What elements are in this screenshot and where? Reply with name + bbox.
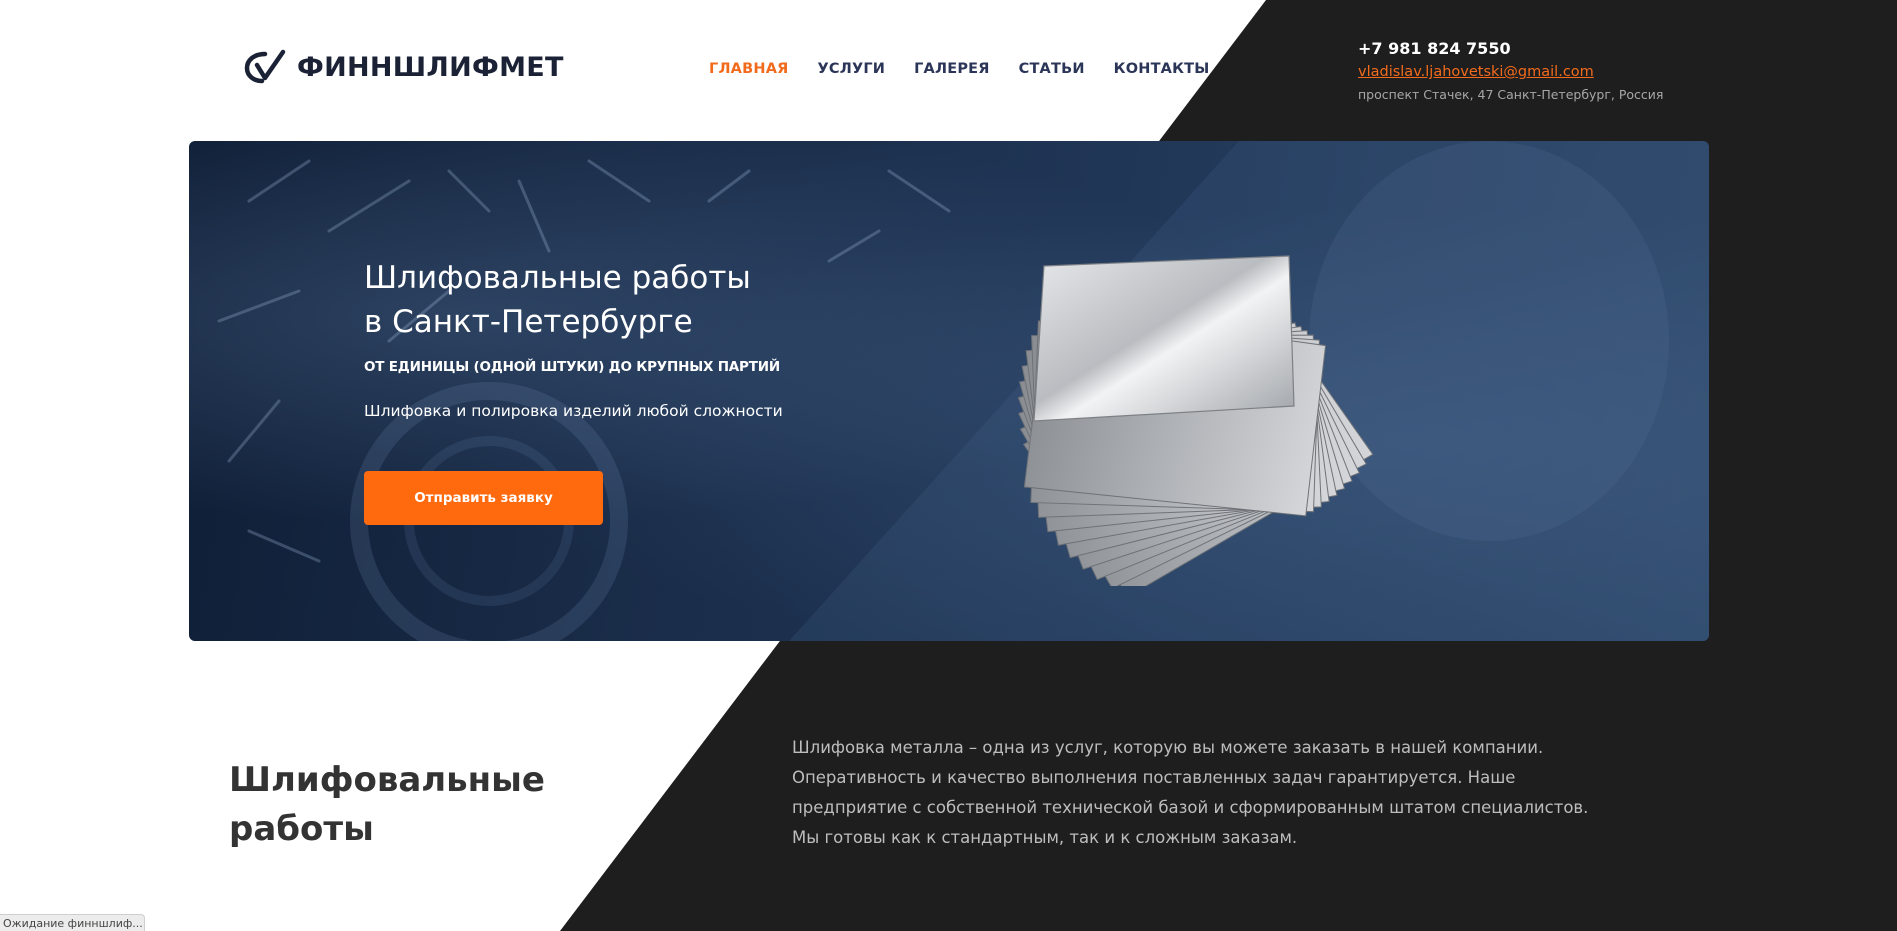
hero-banner: Шлифовальные работы в Санкт-Петербурге О… bbox=[189, 141, 1709, 641]
nav-item-gallery[interactable]: ГАЛЕРЕЯ bbox=[914, 61, 990, 77]
header-contacts: +7 981 824 7550 vladislav.ljahovetski@gm… bbox=[1358, 39, 1663, 102]
contact-email-link[interactable]: vladislav.ljahovetski@gmail.com bbox=[1358, 64, 1663, 80]
hero-title-line2: в Санкт-Петербурге bbox=[364, 304, 693, 340]
about-title-line1: Шлифовальные bbox=[229, 760, 545, 800]
about-text-line: Шлифовка металла – одна из услуг, котору… bbox=[792, 738, 1544, 757]
about-text-line: предприятие с собственной технической ба… bbox=[792, 798, 1589, 817]
hero-title-line1: Шлифовальные работы bbox=[364, 260, 751, 296]
about-text-line: Мы готовы как к стандартным, так и к сло… bbox=[792, 828, 1298, 847]
main-nav: ГЛАВНАЯ УСЛУГИ ГАЛЕРЕЯ СТАТЬИ КОНТАКТЫ bbox=[709, 61, 1209, 77]
contact-phone[interactable]: +7 981 824 7550 bbox=[1358, 39, 1663, 58]
nav-item-home[interactable]: ГЛАВНАЯ bbox=[709, 61, 788, 77]
hero-description: Шлифовка и полировка изделий любой сложн… bbox=[364, 402, 783, 420]
logo-check-icon bbox=[244, 49, 286, 84]
submit-request-button[interactable]: Отправить заявку bbox=[364, 471, 603, 525]
logo-text: ФИННШЛИФМЕТ bbox=[297, 51, 564, 83]
contact-address: проспект Стачек, 47 Санкт-Петербург, Рос… bbox=[1358, 87, 1664, 102]
nav-item-contacts[interactable]: КОНТАКТЫ bbox=[1114, 61, 1210, 77]
site-logo[interactable]: ФИННШЛИФМЕТ bbox=[243, 48, 564, 86]
hero-title: Шлифовальные работы в Санкт-Петербурге bbox=[364, 256, 884, 344]
metal-sheets-image bbox=[1017, 255, 1374, 586]
about-text: Шлифовка металла – одна из услуг, котору… bbox=[792, 733, 1612, 853]
about-title-line2: работы bbox=[229, 809, 374, 849]
nav-item-articles[interactable]: СТАТЬИ bbox=[1019, 61, 1085, 77]
nav-item-services[interactable]: УСЛУГИ bbox=[817, 61, 885, 77]
browser-status-bar: Ожидание финншлиф... bbox=[0, 914, 145, 931]
about-text-line: Оперативность и качество выполнения пост… bbox=[792, 768, 1516, 787]
hero-subtitle: ОТ ЕДИНИЦЫ (ОДНОЙ ШТУКИ) ДО КРУПНЫХ ПАРТ… bbox=[364, 359, 780, 375]
about-title: Шлифовальные работы bbox=[229, 756, 569, 854]
